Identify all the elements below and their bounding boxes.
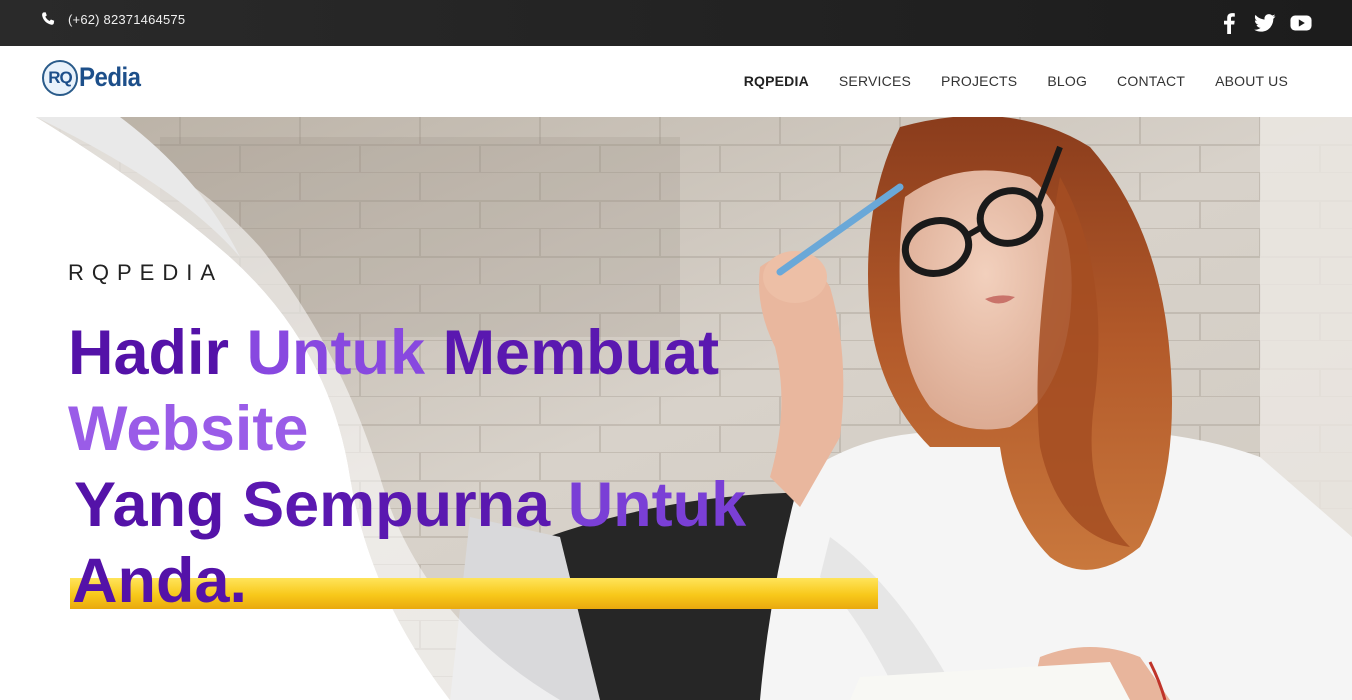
phone-number: (+62) 82371464575: [68, 11, 186, 27]
youtube-icon[interactable]: [1290, 12, 1312, 34]
headline-word: Sempurna: [242, 470, 551, 540]
nav-item-contact[interactable]: CONTACT: [1117, 73, 1185, 89]
logo-mark: RQ: [42, 60, 78, 96]
main-nav: RQPEDIA SERVICES PROJECTS BLOG CONTACT A…: [714, 73, 1288, 89]
nav-item-about-us[interactable]: ABOUT US: [1215, 73, 1288, 89]
top-bar: (+62) 82371464575: [0, 0, 1352, 46]
nav-item-services[interactable]: SERVICES: [839, 73, 911, 89]
headline-word: Untuk: [567, 470, 747, 540]
brand-logo[interactable]: RQ Pedia: [42, 58, 141, 98]
headline-word: Hadir: [68, 318, 230, 388]
headline-word: Membuat: [442, 318, 720, 388]
nav-item-blog[interactable]: BLOG: [1047, 73, 1087, 89]
headline-word: Yang: [74, 470, 225, 540]
site-header: RQ Pedia RQPEDIA SERVICES PROJECTS BLOG …: [0, 46, 1352, 117]
headline-word: Untuk: [246, 318, 426, 388]
nav-item-projects[interactable]: PROJECTS: [941, 73, 1017, 89]
phone-icon: [40, 11, 56, 27]
phone-contact[interactable]: (+62) 82371464575: [40, 11, 185, 27]
headline-word: Anda.: [72, 546, 248, 616]
twitter-icon[interactable]: [1254, 12, 1276, 34]
hero-kicker: RQPEDIA: [68, 260, 224, 285]
headline-word: Website: [68, 394, 309, 464]
social-links: [1204, 12, 1312, 34]
nav-item-rqpedia[interactable]: RQPEDIA: [744, 73, 809, 89]
hero-headline: Hadir Untuk Membuat Website Yang Sempurn…: [68, 315, 828, 619]
logo-word: Pedia: [79, 62, 141, 93]
facebook-icon[interactable]: [1218, 12, 1240, 34]
hero-section: RQPEDIA Hadir Untuk Membuat Website Yang…: [0, 117, 1352, 700]
